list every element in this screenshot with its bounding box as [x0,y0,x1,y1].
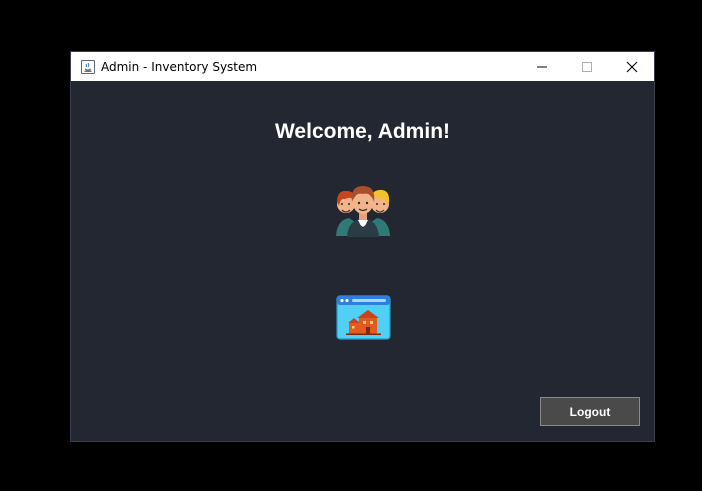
minimize-button[interactable] [519,52,564,81]
inventory-store-icon[interactable] [336,295,391,340]
maximize-button[interactable] [564,52,609,81]
logout-button[interactable]: Logout [540,397,640,426]
minimize-icon [536,66,547,67]
java-app-icon [80,59,96,75]
app-window: Admin - Inventory System Welcome, Admin!… [70,51,655,442]
window-title: Admin - Inventory System [101,59,258,74]
window-controls [519,52,654,81]
title-bar[interactable]: Admin - Inventory System [71,52,654,81]
close-icon [626,61,637,72]
close-button[interactable] [609,52,654,81]
welcome-heading: Welcome, Admin! [274,120,451,143]
maximize-icon [581,61,592,72]
main-content: Welcome, Admin! Logout [71,81,654,443]
users-group-icon [336,186,390,237]
